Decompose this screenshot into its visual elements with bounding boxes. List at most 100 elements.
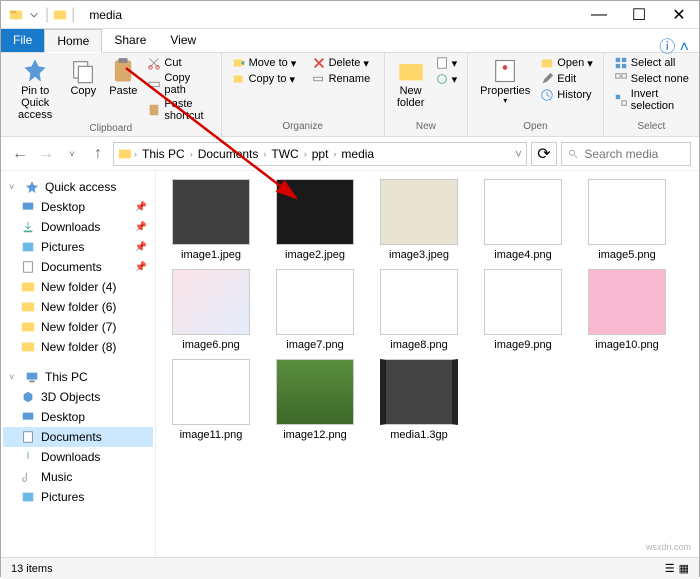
- thumbnail: [380, 269, 458, 335]
- file-item[interactable]: image9.png: [478, 269, 568, 351]
- chevron-right-icon[interactable]: ›: [261, 149, 268, 159]
- group-open-label: Open: [474, 121, 597, 134]
- search-box[interactable]: [561, 142, 691, 166]
- open-icon: [540, 56, 554, 70]
- thumbnail: [484, 269, 562, 335]
- view-large-button[interactable]: ▦: [679, 562, 689, 575]
- dropdown-icon[interactable]: [27, 8, 41, 22]
- maximize-button[interactable]: ☐: [619, 1, 659, 29]
- close-button[interactable]: ✕: [659, 1, 699, 29]
- desktop-icon: [21, 200, 35, 214]
- file-item[interactable]: media1.3gp: [374, 359, 464, 441]
- recent-dropdown[interactable]: ˅: [61, 143, 83, 165]
- ribbon-help-icon[interactable]: ⓘ ˄: [649, 29, 699, 52]
- forward-button[interactable]: →: [35, 143, 57, 165]
- select-none-button[interactable]: Select none: [610, 71, 693, 87]
- crumb-this-pc[interactable]: This PC: [139, 147, 188, 161]
- sidebar-this-pc[interactable]: ˅This PC: [3, 367, 153, 387]
- move-to-button[interactable]: Move to ▾: [228, 55, 308, 71]
- file-name-label: image12.png: [283, 429, 347, 441]
- paste-icon: [109, 57, 137, 85]
- refresh-button[interactable]: ⟳: [531, 142, 557, 166]
- sidebar-item-folder[interactable]: New folder (8): [3, 337, 153, 357]
- file-item[interactable]: image8.png: [374, 269, 464, 351]
- file-item[interactable]: image7.png: [270, 269, 360, 351]
- file-item[interactable]: image4.png: [478, 179, 568, 261]
- file-item[interactable]: image2.jpeg: [270, 179, 360, 261]
- files-area[interactable]: image1.jpegimage2.jpegimage3.jpegimage4.…: [156, 171, 699, 557]
- file-item[interactable]: image6.png: [166, 269, 256, 351]
- chevron-right-icon[interactable]: ›: [188, 149, 195, 159]
- sidebar-item-folder[interactable]: New folder (4): [3, 277, 153, 297]
- chevron-down-icon[interactable]: ˅: [9, 182, 19, 192]
- chevron-right-icon[interactable]: ›: [331, 149, 338, 159]
- paste-shortcut-button[interactable]: Paste shortcut: [143, 97, 214, 123]
- new-item-button[interactable]: ▾: [431, 55, 462, 71]
- properties-button[interactable]: Properties▾: [474, 55, 536, 108]
- delete-button[interactable]: Delete ▾: [308, 55, 378, 71]
- pin-to-quick-access-button[interactable]: Pin to Quick access: [7, 55, 63, 123]
- search-input[interactable]: [584, 147, 684, 161]
- minimize-button[interactable]: —: [579, 1, 619, 29]
- file-item[interactable]: image5.png: [582, 179, 672, 261]
- sidebar-item-desktop[interactable]: Desktop: [3, 407, 153, 427]
- file-grid: image1.jpegimage2.jpegimage3.jpegimage4.…: [166, 179, 689, 441]
- invert-selection-button[interactable]: Invert selection: [610, 87, 693, 113]
- sidebar-item-3d-objects[interactable]: 3D Objects: [3, 387, 153, 407]
- downloads-icon: [21, 220, 35, 234]
- crumb-media[interactable]: media: [338, 147, 377, 161]
- tab-view[interactable]: View: [158, 29, 208, 52]
- crumb-ppt[interactable]: ppt: [309, 147, 332, 161]
- copy-button[interactable]: Copy: [63, 55, 103, 123]
- chevron-right-icon[interactable]: ›: [302, 149, 309, 159]
- copy-to-button[interactable]: Copy to ▾: [228, 71, 308, 87]
- sidebar-item-folder[interactable]: New folder (7): [3, 317, 153, 337]
- crumb-twc[interactable]: TWC: [268, 147, 301, 161]
- sidebar-item-documents[interactable]: Documents: [3, 427, 153, 447]
- open-button[interactable]: Open ▾: [536, 55, 596, 71]
- sidebar-item-downloads[interactable]: Downloads: [3, 447, 153, 467]
- copy-path-button[interactable]: Copy path: [143, 71, 214, 97]
- file-item[interactable]: image11.png: [166, 359, 256, 441]
- breadcrumb[interactable]: › This PC › Documents › TWC › ppt › medi…: [113, 142, 527, 166]
- file-item[interactable]: image12.png: [270, 359, 360, 441]
- sidebar-item-folder[interactable]: New folder (6): [3, 297, 153, 317]
- new-folder-button[interactable]: New folder: [391, 55, 431, 111]
- edit-button[interactable]: Edit: [536, 71, 596, 87]
- crumb-documents[interactable]: Documents: [195, 147, 262, 161]
- file-item[interactable]: image1.jpeg: [166, 179, 256, 261]
- status-bar: 13 items ☰ ▦: [1, 557, 699, 579]
- select-all-button[interactable]: Select all: [610, 55, 693, 71]
- item-count: 13 items: [11, 563, 53, 575]
- paste-button[interactable]: Paste: [103, 55, 143, 123]
- pin-icon: 📌: [135, 202, 147, 213]
- history-button[interactable]: History: [536, 87, 596, 103]
- new-folder-icon: [397, 57, 425, 85]
- sidebar-item-pictures[interactable]: Pictures📌: [3, 237, 153, 257]
- chevron-right-icon[interactable]: ›: [132, 149, 139, 159]
- rename-button[interactable]: Rename: [308, 71, 378, 87]
- tab-home[interactable]: Home: [44, 29, 102, 53]
- back-button[interactable]: ←: [9, 143, 31, 165]
- up-button[interactable]: ↑: [87, 143, 109, 165]
- tab-file[interactable]: File: [1, 29, 44, 52]
- sidebar-quick-access[interactable]: ˅Quick access: [3, 177, 153, 197]
- tab-share[interactable]: Share: [102, 29, 158, 52]
- copy-path-icon: [147, 77, 161, 91]
- view-details-button[interactable]: ☰: [665, 562, 675, 575]
- objects-icon: [21, 390, 35, 404]
- crumb-dropdown[interactable]: ˅: [515, 147, 522, 161]
- sidebar-item-desktop[interactable]: Desktop📌: [3, 197, 153, 217]
- cut-button[interactable]: Cut: [143, 55, 214, 71]
- chevron-down-icon[interactable]: ˅: [9, 372, 19, 382]
- delete-icon: [312, 56, 326, 70]
- thumbnail: [588, 269, 666, 335]
- sidebar-item-documents[interactable]: Documents📌: [3, 257, 153, 277]
- file-item[interactable]: image3.jpeg: [374, 179, 464, 261]
- easy-access-button[interactable]: ▾: [431, 71, 462, 87]
- sidebar-item-pictures[interactable]: Pictures: [3, 487, 153, 507]
- sidebar-item-music[interactable]: Music: [3, 467, 153, 487]
- ribbon-tabs: File Home Share View ⓘ ˄: [1, 29, 699, 53]
- sidebar-item-downloads[interactable]: Downloads📌: [3, 217, 153, 237]
- file-item[interactable]: image10.png: [582, 269, 672, 351]
